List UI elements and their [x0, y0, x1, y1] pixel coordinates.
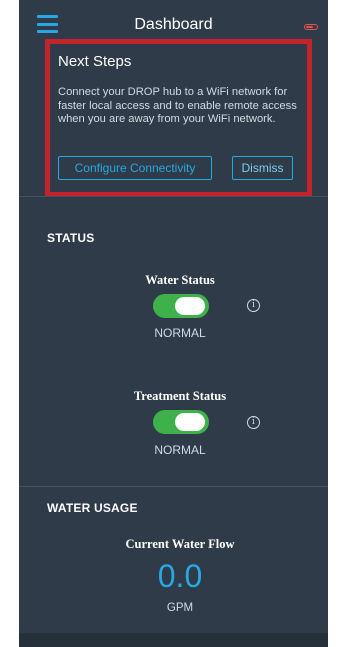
top-bar: Dashboard — [19, 0, 328, 38]
divider — [19, 196, 328, 197]
current-water-flow-value: 0.0 — [157, 558, 203, 594]
next-steps-heading: Next Steps — [58, 53, 132, 70]
toggle-knob — [175, 413, 205, 431]
battery-low-icon — [304, 24, 318, 30]
configure-connectivity-button[interactable]: Configure Connectivity — [58, 156, 212, 180]
treatment-status-info-icon[interactable]: i — [247, 416, 260, 429]
treatment-status-value: NORMAL — [154, 443, 206, 457]
dismiss-button[interactable]: Dismiss — [232, 156, 293, 180]
water-usage-section-label: WATER USAGE — [47, 501, 138, 515]
treatment-status-toggle[interactable] — [153, 410, 209, 434]
page-title: Dashboard — [134, 16, 213, 33]
water-flow-unit: GPM — [166, 602, 194, 614]
water-status-info-icon[interactable]: i — [247, 299, 260, 312]
water-status-toggle[interactable] — [153, 294, 209, 318]
next-steps-message: Connect your DROP hub to a WiFi network … — [58, 86, 297, 125]
bottom-strip — [19, 633, 328, 647]
treatment-status-label: Treatment Status — [133, 389, 227, 403]
status-section-label: STATUS — [47, 231, 95, 245]
water-status-value: NORMAL — [154, 326, 206, 340]
next-steps-card: Next Steps Connect your DROP hub to a Wi… — [45, 39, 312, 197]
divider — [19, 486, 328, 487]
toggle-knob — [175, 297, 205, 315]
water-status-label: Water Status — [145, 273, 215, 287]
dashboard-screen: Dashboard Next Steps Connect your DROP h… — [19, 0, 328, 647]
current-water-flow-label: Current Water Flow — [125, 537, 235, 551]
